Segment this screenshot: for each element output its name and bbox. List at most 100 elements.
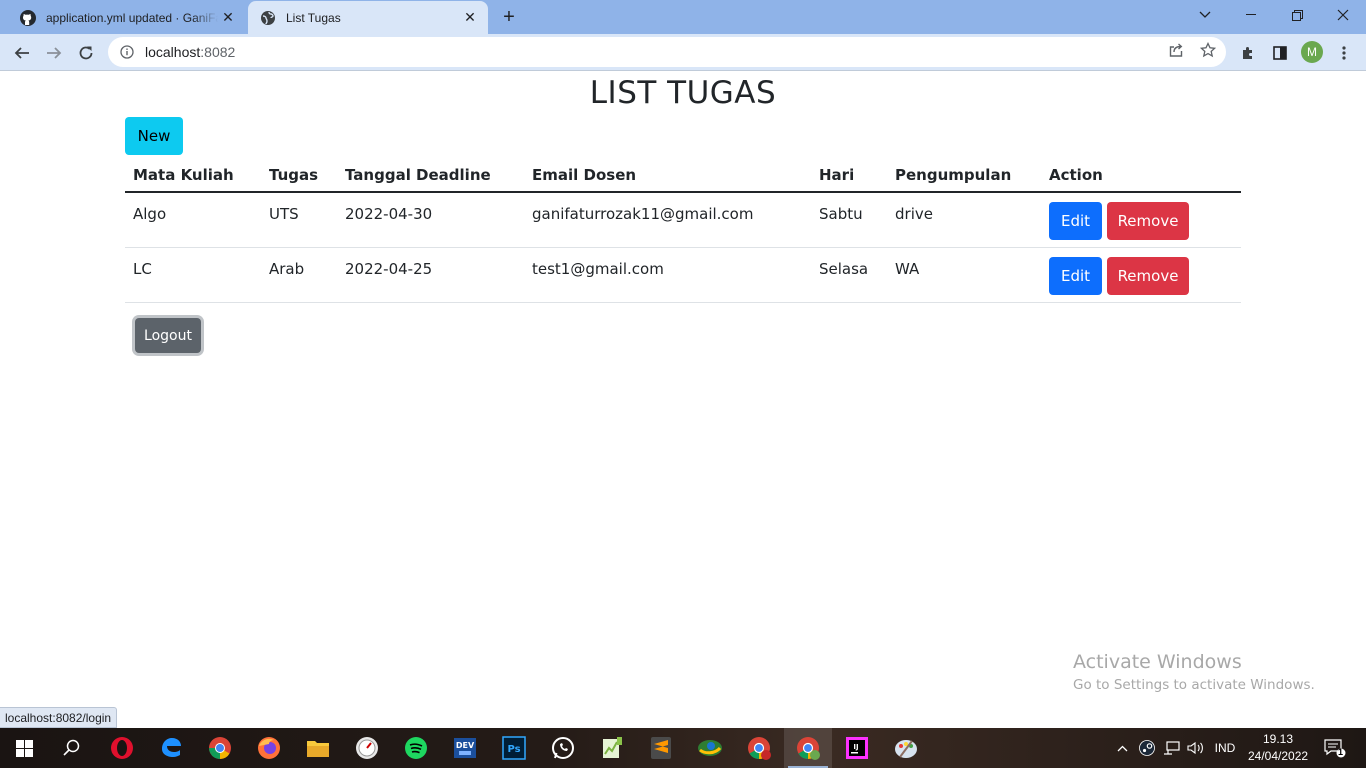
table-row: Algo UTS 2022-04-30 ganifaturrozak11@gma… — [125, 192, 1241, 248]
chrome-active-icon[interactable] — [784, 728, 832, 768]
steam-icon[interactable] — [1137, 728, 1157, 768]
url-host: localhost — [145, 44, 201, 60]
reload-icon[interactable] — [72, 39, 100, 67]
devcpp-icon[interactable]: DEV — [441, 728, 489, 768]
url-text: localhost:8082 — [145, 44, 235, 60]
cell-tugas: UTS — [261, 192, 337, 248]
remove-button[interactable]: Remove — [1107, 202, 1189, 240]
close-icon[interactable]: ✕ — [460, 8, 480, 28]
notepad-plus-icon[interactable] — [588, 728, 636, 768]
svg-text:Ps: Ps — [507, 744, 520, 755]
windows-taskbar: DEV Ps IJ IND 19.13 24/04/2022 1 — [0, 728, 1366, 768]
back-arrow-icon[interactable] — [8, 39, 36, 67]
more-menu-icon[interactable] — [1330, 39, 1358, 67]
cell-hari: Selasa — [811, 247, 887, 303]
network-icon[interactable] — [1161, 728, 1183, 768]
paint-icon[interactable] — [882, 728, 930, 768]
cell-deadline: 2022-04-30 — [337, 192, 524, 248]
cell-mata-kuliah: LC — [125, 247, 261, 303]
profile-avatar[interactable]: M — [1301, 41, 1323, 63]
watermark-title: Activate Windows — [1073, 651, 1242, 673]
cell-pengumpulan: drive — [887, 192, 1041, 248]
system-clock[interactable]: 19.13 24/04/2022 — [1248, 731, 1308, 765]
tasks-table: Mata Kuliah Tugas Tanggal Deadline Email… — [125, 159, 1241, 303]
tab-github[interactable]: application.yml updated · GaniFaturrozak… — [8, 1, 246, 34]
edit-button[interactable]: Edit — [1049, 256, 1102, 295]
extensions-icon[interactable] — [1234, 39, 1262, 67]
cell-tugas: Arab — [261, 247, 337, 303]
tab-title: application.yml updated · GaniFaturrozak — [46, 10, 218, 25]
address-bar[interactable]: localhost:8082 — [108, 37, 1226, 67]
start-icon[interactable] — [0, 728, 48, 768]
notification-center-icon[interactable]: 1 — [1318, 728, 1352, 768]
window-close-icon[interactable] — [1320, 0, 1366, 30]
restore-icon[interactable] — [1274, 0, 1320, 30]
cell-hari: Sabtu — [811, 192, 887, 248]
bookmark-star-icon[interactable] — [1199, 41, 1217, 59]
globe-icon — [260, 10, 276, 26]
sublime-icon[interactable] — [637, 728, 685, 768]
browser-toolbar: localhost:8082 M — [0, 34, 1366, 71]
column-header-mata-kuliah: Mata Kuliah — [125, 159, 261, 193]
language-indicator[interactable]: IND — [1210, 728, 1240, 768]
cell-deadline: 2022-04-25 — [337, 247, 524, 303]
status-bubble: localhost:8082/login — [0, 707, 118, 728]
spotify-icon[interactable] — [392, 728, 440, 768]
page-viewport: LIST TUGAS New Mata Kuliah Tugas Tanggal… — [0, 71, 1366, 728]
chrome-profile-icon[interactable] — [735, 728, 783, 768]
cell-action: Edit Remove — [1041, 247, 1241, 303]
column-header-tugas: Tugas — [261, 159, 337, 193]
remove-button[interactable]: Remove — [1107, 256, 1189, 295]
url-port: :8082 — [200, 44, 236, 60]
clock-time: 19.13 — [1262, 732, 1294, 746]
table-row: LC Arab 2022-04-25 test1@gmail.com Selas… — [125, 247, 1241, 303]
row-actions: Edit Remove — [1049, 202, 1189, 240]
photoshop-icon[interactable]: Ps — [490, 728, 538, 768]
search-icon[interactable] — [48, 728, 96, 768]
watermark-subtitle: Go to Settings to activate Windows. — [1073, 677, 1315, 693]
forward-arrow-icon[interactable] — [40, 39, 68, 67]
svg-text:IJ: IJ — [853, 743, 858, 751]
network-app-icon[interactable] — [686, 728, 734, 768]
column-header-hari: Hari — [811, 159, 887, 193]
activate-windows-watermark: Activate Windows Go to Settings to activ… — [1073, 651, 1315, 693]
logout-button[interactable]: Logout — [135, 318, 201, 353]
whatsapp-icon[interactable] — [539, 728, 587, 768]
firefox-icon[interactable] — [245, 728, 293, 768]
edge-icon[interactable] — [147, 728, 195, 768]
column-header-email-dosen: Email Dosen — [524, 159, 811, 193]
table-header-row: Mata Kuliah Tugas Tanggal Deadline Email… — [125, 159, 1241, 193]
file-explorer-icon[interactable] — [294, 728, 342, 768]
notification-count: 1 — [1338, 747, 1344, 757]
minimize-icon[interactable] — [1228, 0, 1274, 30]
new-tab-plus-icon[interactable]: + — [498, 6, 520, 28]
share-icon[interactable] — [1167, 41, 1185, 59]
intellij-icon[interactable]: IJ — [833, 728, 881, 768]
tab-title: List Tugas — [286, 10, 341, 25]
column-header-tanggal-deadline: Tanggal Deadline — [337, 159, 524, 193]
site-info-icon[interactable] — [119, 44, 135, 60]
new-button[interactable]: New — [125, 117, 183, 155]
svg-text:DEV: DEV — [456, 741, 475, 750]
edit-button[interactable]: Edit — [1049, 202, 1102, 240]
cell-mata-kuliah: Algo — [125, 192, 261, 248]
opera-icon[interactable] — [98, 728, 146, 768]
cell-action: Edit Remove — [1041, 192, 1241, 248]
column-header-action: Action — [1041, 159, 1241, 193]
cell-email: ganifaturrozak11@gmail.com — [524, 192, 811, 248]
clock-app-icon[interactable] — [343, 728, 391, 768]
chevron-up-icon[interactable] — [1113, 728, 1131, 768]
github-icon — [20, 9, 36, 26]
tab-search-chevron-icon[interactable] — [1182, 0, 1228, 30]
volume-icon[interactable] — [1184, 728, 1206, 768]
column-header-pengumpulan: Pengumpulan — [887, 159, 1041, 193]
chrome-icon[interactable] — [196, 728, 244, 768]
close-icon[interactable]: ✕ — [218, 8, 238, 28]
side-panel-icon[interactable] — [1266, 39, 1294, 67]
row-actions: Edit Remove — [1049, 256, 1189, 295]
page-title: LIST TUGAS — [589, 75, 777, 111]
cell-email: test1@gmail.com — [524, 247, 811, 303]
tab-list-tugas[interactable]: List Tugas ✕ — [248, 1, 488, 34]
browser-tab-strip: application.yml updated · GaniFaturrozak… — [0, 0, 1366, 34]
cell-pengumpulan: WA — [887, 247, 1041, 303]
